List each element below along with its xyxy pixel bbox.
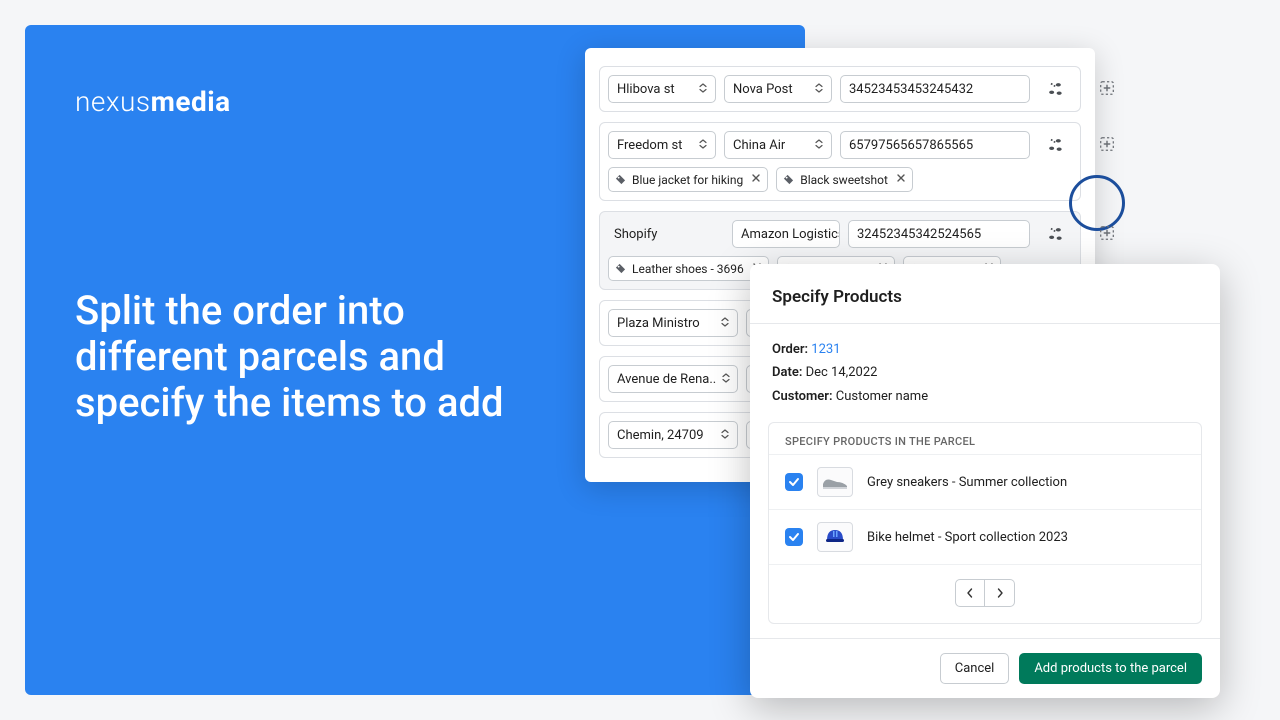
sneaker-icon xyxy=(817,467,853,497)
add-parcel-icon[interactable] xyxy=(1093,74,1121,102)
product-tag-label: Black sweetshot xyxy=(800,173,888,187)
brand-word-1: nexus xyxy=(75,85,151,118)
parcel-address-select[interactable]: Plaza Ministro xyxy=(608,309,738,337)
parcel-address-select[interactable]: Chemin, 24709 xyxy=(608,421,738,449)
parcel-tracking-input[interactable]: 65797565657865565 xyxy=(840,131,1030,159)
headline: Split the order into different parcels a… xyxy=(75,288,515,426)
remove-tag-icon[interactable] xyxy=(896,172,906,187)
modal-meta: Order: 1231 Date: Dec 14,2022 Customer: … xyxy=(750,324,1220,418)
product-name: Grey sneakers - Summer collection xyxy=(867,475,1067,490)
split-parcel-icon[interactable] xyxy=(1038,75,1072,103)
order-label: Order: xyxy=(772,342,808,357)
split-parcel-icon[interactable] xyxy=(1038,131,1072,159)
parcel-carrier-select[interactable]: Nova Post xyxy=(724,75,832,103)
cancel-button[interactable]: Cancel xyxy=(940,653,1010,684)
parcel-carrier-select[interactable]: Amazon Logistics xyxy=(732,220,840,248)
product-row: Grey sneakers - Summer collection xyxy=(769,454,1201,509)
prev-page-button[interactable] xyxy=(955,579,985,607)
split-parcel-icon[interactable] xyxy=(1038,220,1072,248)
parcel-address-select[interactable]: Avenue de Rena.. xyxy=(608,365,738,393)
parcel-row: Freedom st China Air 65797565657865565 Blue… xyxy=(599,122,1081,201)
brand-word-2: media xyxy=(151,85,231,118)
parcel-address-select[interactable]: Freedom st xyxy=(608,131,716,159)
close-icon[interactable] xyxy=(1190,282,1198,311)
pager xyxy=(769,564,1201,623)
parcel-row: Hlibova st Nova Post 34523453453245432 xyxy=(599,66,1081,112)
parcel-address-select[interactable]: Hlibova st xyxy=(608,75,716,103)
product-tag: Black sweetshot xyxy=(776,167,913,192)
customer-value: Customer name xyxy=(836,389,928,404)
add-products-button[interactable]: Add products to the parcel xyxy=(1019,653,1202,684)
specify-products-modal: Specify Products Order: 1231 Date: Dec 1… xyxy=(750,264,1220,698)
remove-tag-icon[interactable] xyxy=(751,172,761,187)
product-name: Bike helmet - Sport collection 2023 xyxy=(867,530,1068,545)
product-row: Bike helmet - Sport collection 2023 xyxy=(769,509,1201,564)
order-link[interactable]: 1231 xyxy=(811,342,840,357)
helmet-icon xyxy=(817,522,853,552)
products-box: SPECIFY PRODUCTS IN THE PARCEL Grey snea… xyxy=(768,422,1202,624)
product-tag-label: Blue jacket for hiking xyxy=(632,173,743,187)
parcel-tracking-input[interactable]: 34523453453245432 xyxy=(840,75,1030,103)
product-tag: Leather shoes - 3696 xyxy=(608,256,769,281)
parcel-address-plain: Shopify xyxy=(608,220,724,248)
add-parcel-icon[interactable] xyxy=(1093,130,1121,158)
add-parcel-icon[interactable] xyxy=(1093,219,1121,247)
date-value: Dec 14,2022 xyxy=(806,365,878,380)
date-label: Date: xyxy=(772,365,802,380)
parcel-tracking-input[interactable]: 32452345342524565 xyxy=(848,220,1030,248)
product-checkbox[interactable] xyxy=(785,528,803,546)
products-section-title: SPECIFY PRODUCTS IN THE PARCEL xyxy=(769,423,1201,454)
product-tag-label: Leather shoes - 3696 xyxy=(632,262,744,276)
product-checkbox[interactable] xyxy=(785,473,803,491)
customer-label: Customer: xyxy=(772,389,833,404)
product-tag: Blue jacket for hiking xyxy=(608,167,768,192)
parcel-carrier-select[interactable]: China Air xyxy=(724,131,832,159)
next-page-button[interactable] xyxy=(985,579,1015,607)
modal-title: Specify Products xyxy=(772,287,902,307)
